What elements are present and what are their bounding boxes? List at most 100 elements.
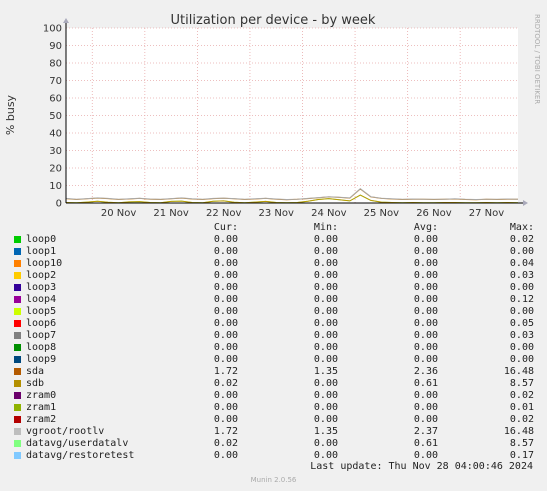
legend-cur-value: 0.00 — [213, 258, 238, 269]
legend-max-value: 16.48 — [503, 426, 534, 437]
legend-swatch — [14, 416, 21, 423]
legend-cur-value: 0.00 — [213, 282, 238, 293]
legend-swatch — [14, 236, 21, 243]
legend-min-value: 0.00 — [313, 282, 338, 293]
legend-max-value: 0.00 — [509, 306, 534, 317]
utilization-chart: Utilization per device - by week % busy … — [4, 13, 541, 219]
legend-row: loop4 0.00 0.00 0.00 0.12 — [0, 294, 547, 306]
legend-max-value: 0.02 — [509, 234, 534, 245]
legend-max-value: 0.01 — [509, 402, 534, 413]
legend-max-value: 0.00 — [509, 342, 534, 353]
legend-cur-value: 0.00 — [213, 306, 238, 317]
legend-avg-value: 0.00 — [413, 234, 438, 245]
legend-device-name: datavg/restoretest — [26, 450, 135, 461]
legend-max-value: 0.04 — [509, 258, 534, 269]
legend-max-value: 0.00 — [509, 282, 534, 293]
legend-cur-value: 1.72 — [213, 366, 238, 377]
legend-row: sdb 0.02 0.00 0.61 8.57 — [0, 378, 547, 390]
legend-cur-value: 0.02 — [213, 438, 238, 449]
legend-cur-value: 0.00 — [213, 390, 238, 401]
y-tick-label: 70 — [49, 76, 62, 87]
legend-swatch — [14, 308, 21, 315]
legend-row: loop3 0.00 0.00 0.00 0.00 — [0, 282, 547, 294]
legend-avg-value: 0.00 — [413, 402, 438, 413]
legend-min-value: 0.00 — [313, 402, 338, 413]
legend-device-name: loop8 — [26, 342, 57, 353]
legend-max-value: 0.03 — [509, 330, 534, 341]
legend-device-name: datavg/userdatalv — [26, 438, 129, 449]
legend-row: loop7 0.00 0.00 0.00 0.03 — [0, 330, 547, 342]
header-max: Max: — [509, 222, 534, 233]
legend-min-value: 1.35 — [313, 366, 338, 377]
legend-swatch — [14, 272, 21, 279]
legend-row: vgroot/rootlv 1.72 1.35 2.37 16.48 — [0, 426, 547, 438]
legend-cur-value: 1.72 — [213, 426, 238, 437]
legend-row: loop2 0.00 0.00 0.00 0.03 — [0, 270, 547, 282]
y-tick-label: 20 — [49, 164, 62, 175]
y-tick-label: 60 — [49, 94, 62, 105]
legend-cur-value: 0.00 — [213, 402, 238, 413]
legend-cur-value: 0.00 — [213, 450, 238, 461]
legend-avg-value: 0.00 — [413, 342, 438, 353]
legend-swatch — [14, 428, 21, 435]
legend-swatch — [14, 404, 21, 411]
munin-version: Munin 2.0.56 — [250, 476, 297, 484]
legend-avg-value: 0.00 — [413, 294, 438, 305]
legend-min-value: 0.00 — [313, 330, 338, 341]
legend-swatch — [14, 440, 21, 447]
x-tick-label: 26 Nov — [416, 208, 452, 219]
legend-header-row: Cur: Min: Avg: Max: — [0, 222, 547, 234]
legend-cur-value: 0.00 — [213, 330, 238, 341]
legend-cur-value: 0.00 — [213, 414, 238, 425]
legend-min-value: 0.00 — [313, 390, 338, 401]
legend-device-name: sda — [26, 366, 45, 377]
x-tick-label: 20 Nov — [101, 208, 137, 219]
legend-min-value: 0.00 — [313, 318, 338, 329]
legend-row: zram1 0.00 0.00 0.00 0.01 — [0, 402, 547, 414]
legend-device-name: vgroot/rootlv — [26, 426, 105, 437]
legend-cur-value: 0.00 — [213, 354, 238, 365]
x-tick-label: 25 Nov — [364, 208, 400, 219]
legend-row: sda 1.72 1.35 2.36 16.48 — [0, 366, 547, 378]
legend-max-value: 0.05 — [509, 318, 534, 329]
y-tick-label: 40 — [49, 129, 62, 140]
legend-swatch — [14, 356, 21, 363]
y-tick-label: 30 — [49, 146, 62, 157]
legend-row: loop6 0.00 0.00 0.00 0.05 — [0, 318, 547, 330]
legend-max-value: 16.48 — [503, 366, 534, 377]
legend-min-value: 0.00 — [313, 306, 338, 317]
legend-max-value: 8.57 — [509, 438, 534, 449]
legend-avg-value: 0.00 — [413, 330, 438, 341]
legend-swatch — [14, 344, 21, 351]
legend-min-value: 0.00 — [313, 438, 338, 449]
legend-avg-value: 0.00 — [413, 414, 438, 425]
legend-swatch — [14, 332, 21, 339]
legend-avg-value: 2.37 — [413, 426, 438, 437]
legend-device-name: loop2 — [26, 270, 57, 281]
x-tick-label: 24 Nov — [311, 208, 347, 219]
legend-min-value: 0.00 — [313, 270, 338, 281]
y-tick-label: 80 — [49, 59, 62, 70]
legend-max-value: 0.03 — [509, 270, 534, 281]
legend-min-value: 0.00 — [313, 294, 338, 305]
legend-device-name: loop0 — [26, 234, 57, 245]
legend-max-value: 0.00 — [509, 354, 534, 365]
legend-avg-value: 0.00 — [413, 258, 438, 269]
legend-device-name: loop5 — [26, 306, 57, 317]
legend-device-name: loop1 — [26, 246, 57, 257]
legend-avg-value: 0.00 — [413, 354, 438, 365]
y-axis-label: % busy — [4, 94, 17, 135]
legend-row: zram0 0.00 0.00 0.00 0.02 — [0, 390, 547, 402]
legend-device-name: loop9 — [26, 354, 57, 365]
legend-avg-value: 0.00 — [413, 306, 438, 317]
legend-min-value: 1.35 — [313, 426, 338, 437]
legend-swatch — [14, 284, 21, 291]
legend-device-name: loop10 — [26, 258, 63, 269]
legend-max-value: 0.02 — [509, 414, 534, 425]
legend-swatch — [14, 260, 21, 267]
legend-avg-value: 0.00 — [413, 390, 438, 401]
legend-min-value: 0.00 — [313, 378, 338, 389]
legend-swatch — [14, 296, 21, 303]
legend-max-value: 0.00 — [509, 246, 534, 257]
legend-device-name: zram0 — [26, 390, 57, 401]
